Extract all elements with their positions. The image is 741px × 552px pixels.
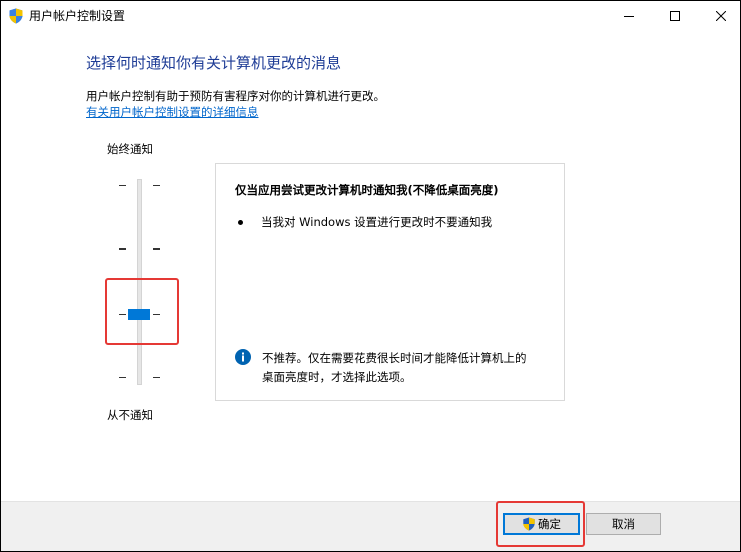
more-info-link[interactable]: 有关用户帐户控制设置的详细信息: [86, 104, 259, 120]
level-note: 不推荐。仅在需要花费很长时间才能降低计算机上的 桌面亮度时，才选择此选项。: [262, 349, 552, 387]
shield-icon: [9, 8, 23, 24]
page-description: 用户帐户控制有助于预防有害程序对你的计算机进行更改。: [86, 89, 385, 103]
slider-bottom-label: 从不通知: [107, 408, 153, 422]
minimize-button[interactable]: [606, 1, 652, 31]
maximize-icon: [670, 11, 680, 21]
level-title: 仅当应用尝试更改计算机时通知我(不降低桌面亮度): [235, 183, 499, 197]
note-line-1: 不推荐。仅在需要花费很长时间才能降低计算机上的: [262, 351, 527, 365]
close-icon: [716, 11, 726, 21]
slider-tick: [153, 377, 160, 378]
slider-tick: [153, 185, 160, 186]
bullet-icon: [238, 220, 243, 225]
note-line-2: 桌面亮度时，才选择此选项。: [262, 370, 412, 384]
level-bullet-text: 当我对 Windows 设置进行更改时不要通知我: [261, 215, 493, 229]
slider-tick: [119, 185, 126, 186]
close-button[interactable]: [698, 1, 740, 31]
page-heading: 选择何时通知你有关计算机更改的消息: [86, 54, 342, 72]
level-description-panel: 仅当应用尝试更改计算机时通知我(不降低桌面亮度) 当我对 Windows 设置进…: [215, 163, 565, 401]
cancel-button-label: 取消: [612, 517, 635, 531]
maximize-button[interactable]: [652, 1, 698, 31]
slider-tick: [119, 248, 126, 250]
cancel-button[interactable]: 取消: [586, 513, 661, 535]
title-bar[interactable]: 用户帐户控制设置: [1, 1, 740, 31]
minimize-icon: [624, 16, 634, 17]
slider-tick: [153, 248, 160, 250]
slider-top-label: 始终通知: [107, 142, 153, 156]
window-title: 用户帐户控制设置: [29, 9, 126, 23]
slider-tick: [119, 377, 126, 378]
ok-highlight-box: [496, 501, 585, 547]
slider-highlight-box: [105, 278, 179, 345]
info-icon: [235, 349, 251, 365]
uac-settings-window: 用户帐户控制设置 选择何时通知你有关计算机更改的消息 用户帐户控制有助于预防有害…: [1, 1, 740, 551]
